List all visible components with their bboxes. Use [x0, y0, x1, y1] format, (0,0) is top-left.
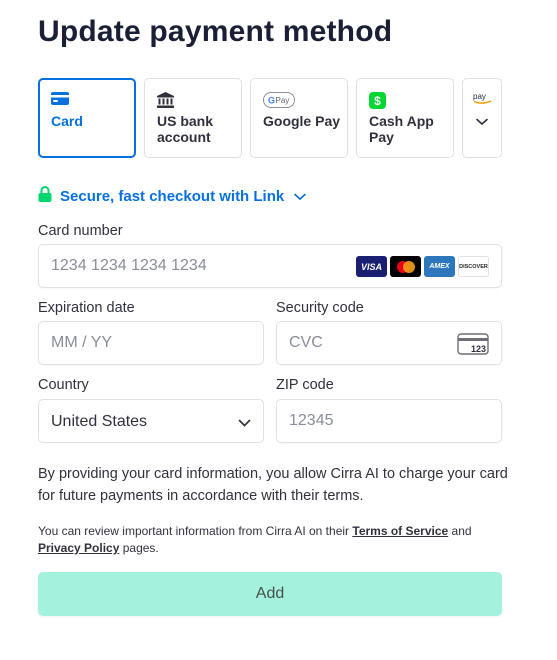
lock-icon [38, 186, 52, 206]
tab-us-bank-account-label: US bank account [157, 113, 214, 145]
payment-method-tabs: Card US bank account G Pay Google Pay $ C… [38, 78, 502, 158]
tab-card-label: Card [51, 113, 83, 129]
terms-of-service-link[interactable]: Terms of Service [352, 524, 448, 538]
card-brands: VISA AMEX DISCOVER [356, 256, 489, 277]
tab-google-pay-label: Google Pay [263, 113, 341, 129]
svg-text:pay: pay [473, 92, 486, 101]
tab-cash-app-pay-label: Cash App Pay [369, 113, 434, 145]
cash-app-icon: $ [369, 92, 386, 114]
expiration-date-input[interactable] [39, 322, 263, 364]
country-select[interactable]: United States [38, 399, 264, 443]
tab-card[interactable]: Card [38, 78, 136, 158]
chevron-down-icon [294, 188, 307, 205]
consent-text: By providing your card information, you … [38, 466, 508, 504]
card-icon [51, 92, 69, 110]
security-code-field: 123 [276, 321, 502, 365]
chevron-down-icon [238, 415, 251, 433]
amazon-pay-icon: pay [472, 91, 494, 110]
card-number-label: Card number [38, 223, 123, 239]
svg-text:$: $ [374, 94, 381, 108]
link-checkout-toggle[interactable]: Secure, fast checkout with Link [38, 186, 307, 206]
card-number-field: VISA AMEX DISCOVER [38, 244, 502, 288]
expiration-date-label: Expiration date [38, 300, 135, 316]
visa-icon: VISA [356, 256, 387, 277]
zip-code-input[interactable] [277, 400, 501, 442]
svg-text:G: G [268, 96, 275, 106]
svg-text:Pay: Pay [276, 96, 290, 105]
terms-prefix: You can review important information fro… [38, 524, 353, 538]
bank-icon [157, 92, 174, 113]
country-label: Country [38, 377, 89, 393]
tab-more-methods[interactable]: pay [462, 78, 502, 158]
zip-code-label: ZIP code [276, 377, 334, 393]
page-title: Update payment method [38, 15, 393, 48]
chevron-down-icon [476, 113, 488, 131]
privacy-policy-link[interactable]: Privacy Policy [38, 541, 119, 555]
amex-icon: AMEX [424, 256, 455, 277]
svg-text:123: 123 [471, 344, 486, 354]
link-checkout-label: Secure, fast checkout with Link [60, 187, 285, 205]
tab-google-pay[interactable]: G Pay Google Pay [250, 78, 348, 158]
security-code-label: Security code [276, 300, 364, 316]
discover-icon: DISCOVER [458, 256, 489, 277]
terms-notice: You can review important information fro… [38, 523, 508, 557]
google-pay-icon: G Pay [263, 92, 295, 113]
tab-us-bank-account[interactable]: US bank account [144, 78, 242, 158]
cvc-card-icon: 123 [457, 333, 489, 360]
zip-code-field [276, 399, 502, 443]
add-button[interactable]: Add [38, 572, 502, 616]
tab-cash-app-pay[interactable]: $ Cash App Pay [356, 78, 454, 158]
mastercard-icon [390, 256, 421, 277]
expiration-date-field [38, 321, 264, 365]
terms-suffix: pages. [119, 541, 159, 555]
country-value: United States [51, 413, 148, 430]
terms-middle: and [448, 524, 472, 538]
